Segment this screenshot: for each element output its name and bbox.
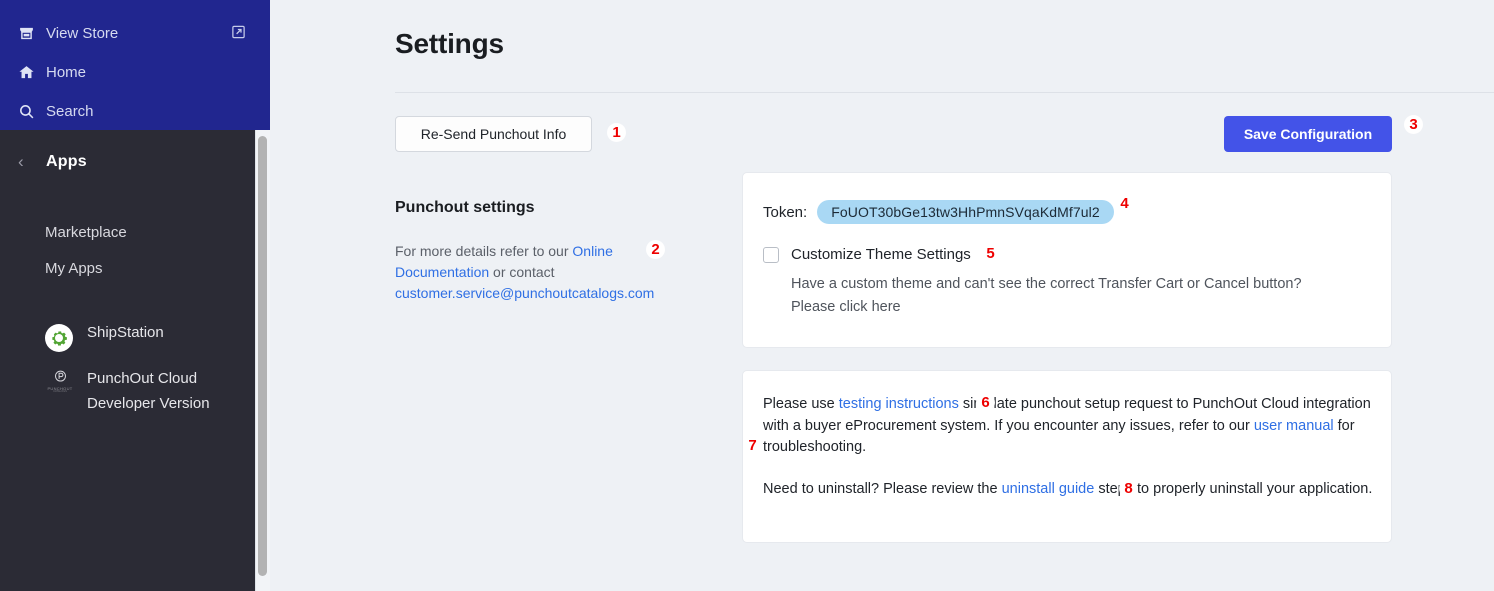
sidebar-panel: ‹ Apps Marketplace My Apps ShipStation P… [0,130,255,591]
ps-text-middle: or contact [489,264,555,280]
save-configuration-button[interactable]: Save Configuration [1224,116,1392,152]
customize-theme-row[interactable]: Customize Theme Settings [763,246,971,263]
page-title: Settings [395,28,504,59]
token-settings-card: Token: FoUOT30bGe13tw3HhPmnSVqaKdMf7ul2 … [742,172,1392,348]
info-card: Please use testing instructions simulate… [742,370,1392,543]
sidebar-item-punchout-cloud[interactable]: PUNCHOUT CATALOGS PunchOut Cloud Develop… [45,366,245,416]
token-value[interactable]: FoUOT30bGe13tw3HhPmnSVqaKdMf7ul2 [817,200,1114,224]
testing-instructions-paragraph: Please use testing instructions simulate… [763,394,1373,459]
uninstall-guide-link[interactable]: uninstall guide [1002,481,1095,497]
sidebar-label-punchout-cloud: PunchOut Cloud Developer Version [87,370,210,412]
annotation-badge-6: 6 [977,394,994,411]
punchout-cloud-icon: PUNCHOUT CATALOGS [45,366,75,396]
annotation-badge-5: 5 [982,245,999,262]
annotation-badge-4: 4 [1116,195,1133,212]
token-row: Token: FoUOT30bGe13tw3HhPmnSVqaKdMf7ul2 [763,200,1114,224]
customize-theme-description: Have a custom theme and can't see the co… [791,273,1371,319]
customer-service-email-link[interactable]: customer.service@punchoutcatalogs.com [395,285,654,301]
sidebar-item-my-apps[interactable]: My Apps [45,260,103,277]
sidebar-header: ‹ Apps [0,152,255,172]
user-manual-link[interactable]: user manual [1254,418,1334,434]
nav-label-home: Home [46,64,87,81]
annotation-badge-7: 7 [748,437,757,454]
sidebar-item-marketplace[interactable]: Marketplace [45,224,127,241]
customize-theme-label: Customize Theme Settings [791,246,971,263]
annotation-badge-3: 3 [1405,116,1422,133]
app-root: View Store Home Search ‹ Apps Marketplac… [0,0,1494,591]
external-link-icon[interactable] [231,24,246,43]
annotation-badge-2: 2 [647,241,664,258]
customize-theme-checkbox[interactable] [763,246,779,263]
p1-text-a: Please use [763,396,839,412]
p2-text-a: Need to uninstall? Please review the [763,481,1002,497]
annotation-badge-1: 1 [608,124,625,141]
chevron-left-icon[interactable]: ‹ [18,152,46,172]
nav-label-search: Search [46,103,94,120]
sidebar-item-shipstation[interactable]: ShipStation [45,324,164,354]
uninstall-paragraph: Need to uninstall? Please review the uni… [763,479,1373,501]
resend-punchout-info-button[interactable]: Re-Send Punchout Info [395,116,592,152]
header-divider [395,92,1494,93]
punchout-icon-sub: CATALOGS [53,389,67,393]
nav-item-search[interactable]: Search [0,92,270,131]
main-content: Settings Re-Send Punchout Info Save Conf… [270,0,1494,591]
customize-theme-description-line2: Please click here [791,299,901,315]
testing-instructions-link[interactable]: testing instructions [839,396,959,412]
home-icon [18,64,46,81]
annotation-badge-8: 8 [1120,480,1137,497]
sidebar-scrollbar-thumb[interactable] [258,136,267,576]
ps-text-before: For more details refer to our [395,243,573,259]
store-icon [18,25,46,42]
customize-theme-description-line1: Have a custom theme and can't see the co… [791,276,1302,292]
sidebar-title: Apps [46,153,87,170]
nav-item-view-store[interactable]: View Store [0,14,270,53]
token-label: Token: [763,203,808,221]
top-navigation-panel: View Store Home Search [0,0,270,130]
sidebar-label-shipstation: ShipStation [87,324,164,341]
search-icon [18,103,46,120]
punchout-settings-heading: Punchout settings [395,199,535,216]
nav-label-view-store: View Store [46,25,119,42]
shipstation-gear-icon [45,324,75,354]
nav-item-home[interactable]: Home [0,53,270,92]
